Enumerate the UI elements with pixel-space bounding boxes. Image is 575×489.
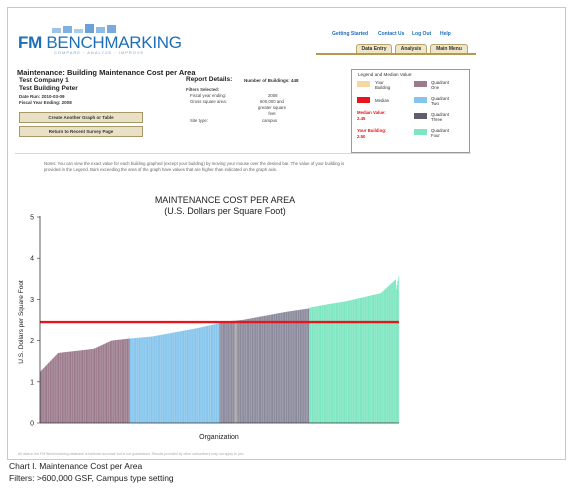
y-tick-label: 1 <box>30 379 34 386</box>
return-survey-button[interactable]: Return to Recent Survey Page <box>19 126 143 137</box>
legend-median: Median <box>375 98 390 103</box>
bar-q2[interactable] <box>156 335 158 423</box>
filter-site-value: campus <box>262 118 278 123</box>
bar-q2[interactable] <box>132 338 134 423</box>
bar-q4[interactable] <box>353 299 355 423</box>
bar-q3[interactable] <box>252 318 254 423</box>
y-tick-label: 5 <box>30 215 34 222</box>
legend-box: Legend and Median Value: Your Building M… <box>351 69 470 153</box>
y-tick-label: 3 <box>30 297 34 304</box>
maintenance-cost-chart: MAINTENANCE COST PER AREA (U.S. Dollars … <box>18 195 400 441</box>
y-tick-label: 2 <box>30 338 34 345</box>
chart-notes: Notes: You can view the exact value for … <box>44 161 345 172</box>
legend-median-value-label: Median Value: <box>357 110 386 115</box>
legend-your-building-value: 2.50 <box>357 134 366 139</box>
figure-filters-caption: Filters: >600,000 GSF, Campus type setti… <box>9 473 174 483</box>
bar-q1[interactable] <box>96 347 98 423</box>
filters-label: Filters Selected: <box>186 87 220 92</box>
filter-fiscal-label: Fiscal year ending: <box>190 93 227 98</box>
filter-area-value-c: feet <box>268 111 276 116</box>
bar-q3[interactable] <box>240 320 242 423</box>
nav-getting-started[interactable]: Getting Started <box>332 31 368 37</box>
chart-subtitle: (U.S. Dollars per Square Foot) <box>164 206 286 216</box>
bar-q4[interactable] <box>365 296 367 423</box>
report-details-title: Report Details: <box>186 76 233 83</box>
footnote: All data in the FM Benchmarking database… <box>18 452 245 456</box>
section-divider <box>15 153 471 154</box>
fiscal-year: Fiscal Year Ending: 2008 <box>19 100 72 105</box>
legend-your-building-b: Building <box>375 85 391 90</box>
legend-q4-b: Four <box>431 133 440 138</box>
y-axis-label: U.S. Dollars per Square Foot <box>18 280 25 364</box>
bar-q2[interactable] <box>216 323 218 423</box>
date-run: Date Run: 2010-03-09 <box>19 94 65 99</box>
bar-q3[interactable] <box>228 321 230 423</box>
create-graph-button[interactable]: Create Another Graph or Table <box>19 112 143 123</box>
bar-q2[interactable] <box>168 333 170 423</box>
filter-area-value-b: greater square <box>258 105 286 110</box>
legend-swatch-q3 <box>414 113 427 119</box>
company-name: Test Company 1 <box>19 77 69 84</box>
filter-area-value-a: 600,000 and <box>260 99 284 104</box>
legend-median-value: 2.45 <box>357 116 366 121</box>
bar-q2[interactable] <box>204 326 206 424</box>
bar-q2[interactable] <box>192 329 194 423</box>
filter-fiscal-value: 2008 <box>268 93 278 98</box>
legend-q2-b: Two <box>431 101 439 106</box>
y-tick-label: 4 <box>30 256 34 263</box>
bar-q4[interactable] <box>377 293 379 423</box>
logo-bars-icon <box>52 24 116 33</box>
y-tick-label: 0 <box>30 421 34 428</box>
tab-rule <box>316 53 476 55</box>
nav-log-out[interactable]: Log Out <box>412 31 431 37</box>
x-axis-label: Organization <box>199 434 239 441</box>
bar-q1[interactable] <box>84 349 86 423</box>
legend-q3-b: Three <box>431 117 443 122</box>
legend-swatch-q4 <box>414 129 427 135</box>
building-name: Test Building Peter <box>19 85 78 92</box>
bar-q1[interactable] <box>108 342 110 423</box>
chart-title: MAINTENANCE COST PER AREA <box>155 195 295 205</box>
number-of-buildings: Number of Buildings: 448 <box>244 78 299 83</box>
bar-q4[interactable] <box>389 284 391 423</box>
nav-contact-us[interactable]: Contact Us <box>378 31 404 37</box>
legend-your-building-value-label: Your Building: <box>357 128 387 133</box>
filter-area-label: Gross square area: <box>190 99 227 104</box>
legend-title: Legend and Median Value: <box>358 72 413 77</box>
bar-q1[interactable] <box>120 339 122 423</box>
bar-q2[interactable] <box>180 331 182 423</box>
figure-caption: Chart I. Maintenance Cost per Area <box>9 461 143 471</box>
legend-swatch-your-building <box>357 81 370 87</box>
page-title: Maintenance: Building Maintenance Cost p… <box>17 68 196 77</box>
legend-q1-b: One <box>431 85 440 90</box>
legend-swatch-q1 <box>414 81 427 87</box>
filter-site-label: Site type: <box>190 118 208 123</box>
nav-help[interactable]: Help <box>440 31 451 37</box>
legend-swatch-median <box>357 97 370 103</box>
legend-swatch-q2 <box>414 97 427 103</box>
bar-q2[interactable] <box>144 337 146 423</box>
logo-tagline: COMPARE · ANALYZE · IMPROVE <box>54 50 145 55</box>
